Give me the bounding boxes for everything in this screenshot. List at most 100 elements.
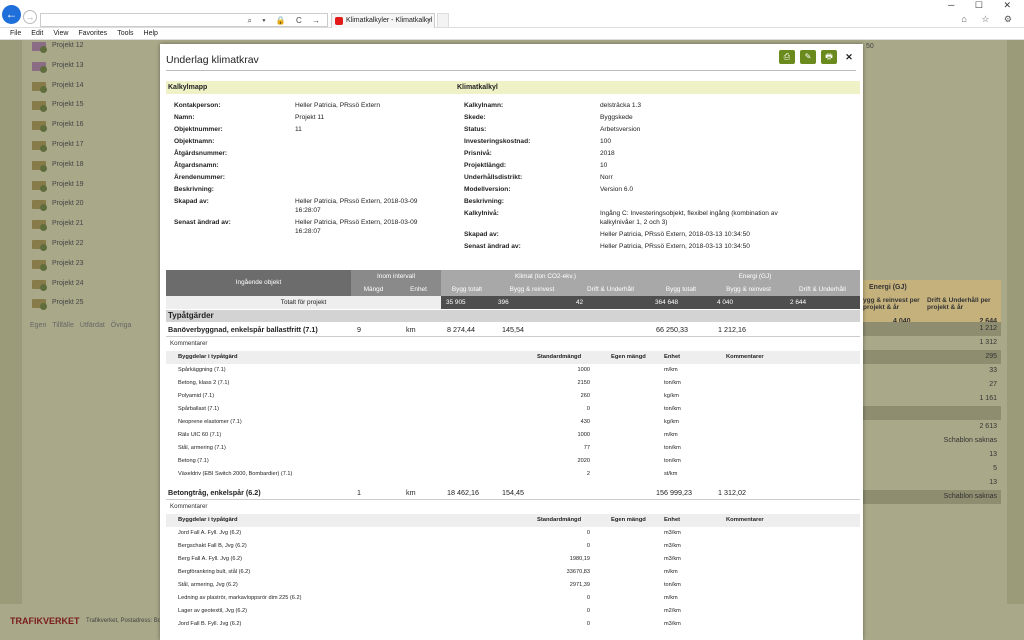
tab-close-icon[interactable]: × <box>427 14 431 28</box>
kalkylmapp-header: Kalkylmapp <box>168 84 208 91</box>
byggdel-row: Spårballast (7.1) 0 ton/km <box>166 403 860 416</box>
forward-arrow-icon[interactable]: → <box>23 10 37 24</box>
field-value: 11 <box>295 126 302 133</box>
col-standardmangd: Standardmängd <box>537 354 582 360</box>
inom-intervall-header: Inom intervall <box>351 270 441 283</box>
byggdel-row: Stål, armering, Jvg (6.2) 2971,39 ton/km <box>166 579 860 592</box>
field-key: Åtgärdsnummer: <box>174 150 228 157</box>
info-field: Skede: Byggskede <box>464 112 804 124</box>
browser-tab[interactable]: Klimatkalkyler - Klimatkalkyl × <box>331 13 435 28</box>
byggdel-standardmangd: 0 <box>586 595 590 601</box>
menu-edit[interactable]: Edit <box>31 30 43 37</box>
footer-text: Trafikverket, Postadress: Bo <box>86 618 162 624</box>
menu-favorites[interactable]: Favorites <box>78 30 107 37</box>
status-badge-icon <box>40 184 47 192</box>
kommentarer-label: Kommentarer <box>170 340 208 347</box>
background-project-item: Projekt 13 <box>30 60 150 80</box>
project-label: Projekt 21 <box>52 220 84 228</box>
drift-head-label: Drift & Underhåll per projekt & år <box>927 297 991 311</box>
new-tab-button[interactable] <box>437 13 449 28</box>
project-label: Projekt 17 <box>52 140 84 148</box>
object-klimat-bygg: 18 462,16 <box>447 488 479 497</box>
field-key: Status: <box>464 126 487 133</box>
field-key: Åtgardsnamn: <box>174 162 219 169</box>
byggdel-enhet: ton/km <box>664 582 681 588</box>
legend-tillfalle: Tillfälle <box>52 322 74 329</box>
object-name: Betongtråg, enkelspår (6.2) <box>168 488 261 497</box>
byggdel-enhet: ton/km <box>664 458 681 464</box>
info-field: Åtgärdsnummer: <box>174 148 514 160</box>
menu-view[interactable]: View <box>53 30 68 37</box>
info-field: Investeringskostnad: 100 <box>464 136 804 148</box>
close-button[interactable]: ✕ <box>841 50 857 64</box>
field-key: Beskrivning: <box>174 186 214 193</box>
klimat-bygg-totalt-header: Bygg totalt <box>441 283 493 296</box>
byggdel-standardmangd: 0 <box>586 621 590 627</box>
field-key: Objektnummer: <box>174 126 223 133</box>
status-badge-icon <box>40 303 47 311</box>
info-field: Modellversion: Version 6.0 <box>464 184 804 196</box>
export-pdf-button[interactable]: ⎙ <box>779 50 795 64</box>
info-field: Projektlängd: 10 <box>464 160 804 172</box>
address-bar[interactable]: ⌕ ▾ 🔒 C → <box>40 13 328 27</box>
background-project-item: Projekt 19 <box>30 179 150 199</box>
field-value: Heller Patricia, PRssö Extern, 2018-03-1… <box>600 231 750 238</box>
project-label: Projekt 20 <box>52 200 84 208</box>
byggdel-row: Betong, klass 2 (7.1) 2150 ton/km <box>166 377 860 390</box>
info-field: Beskrivning: <box>464 196 804 208</box>
total-klimat-drift: 42 <box>571 296 650 309</box>
field-value: 100 <box>600 138 612 145</box>
klimatkalkyl-header: Klimatkalkyl <box>457 84 498 91</box>
byggdel-name: Växeldriv (EBI Switch 2000, Bombardier) … <box>178 471 293 477</box>
object-energi-reinvest: 1 312,02 <box>718 488 746 497</box>
background-energy-row: 33 <box>989 367 997 374</box>
byggdel-enhet: ton/km <box>664 380 681 386</box>
field-value: Arbetsversion <box>600 126 641 133</box>
background-energy-column: Energi (GJ) ygg & reinvest per projekt &… <box>863 280 1001 504</box>
byggdel-name: Bergschakt Fall B, Jvg (6.2) <box>178 543 247 549</box>
object-mangd: 9 <box>357 325 361 334</box>
background-project-item: Projekt 24 <box>30 278 150 298</box>
menu-file[interactable]: File <box>10 30 21 37</box>
background-energy-row: 1 161 <box>979 395 997 402</box>
object-name: Banöverbyggnad, enkelspår ballastfritt (… <box>168 325 318 334</box>
byggdel-name: Neoprene elastomer (7.1) <box>178 419 242 425</box>
menu-help[interactable]: Help <box>144 30 158 37</box>
project-label: Projekt 16 <box>52 121 84 129</box>
byggdel-name: Stål, armering, Jvg (6.2) <box>178 582 238 588</box>
background-energy-row: 5 <box>993 465 997 472</box>
back-arrow-icon[interactable]: ← <box>2 5 21 24</box>
background-energy-row: 13 <box>989 479 997 486</box>
background-project-item: Projekt 21 <box>30 218 150 238</box>
mangd-header: Mängd <box>351 283 396 296</box>
kommentarer-label: Kommentarer <box>170 503 208 510</box>
byggdel-standardmangd: 430 <box>580 419 590 425</box>
col-enhet: Enhet <box>664 517 681 523</box>
total-energi-drift: 2 644 <box>785 296 860 309</box>
field-key: Investeringskostnad: <box>464 138 531 145</box>
address-bar-icons[interactable]: ⌕ ▾ 🔒 C → <box>248 16 324 26</box>
klimat-bygg-reinvest-header: Bygg & reinvest <box>493 283 571 296</box>
field-key: Prisnivå: <box>464 150 492 157</box>
info-field: Status: Arbetsversion <box>464 124 804 136</box>
background-energy-row: 295 <box>863 350 1001 364</box>
field-value: Projekt 11 <box>295 114 325 121</box>
edit-button[interactable]: ✎ <box>800 50 816 64</box>
field-key: Kontakperson: <box>174 102 221 109</box>
field-value: delsträcka 1.3 <box>600 102 642 109</box>
window-controls[interactable]: ─ ☐ ✕ <box>948 0 1020 11</box>
background-energy-row: 1 312 <box>979 339 997 346</box>
menu-tools[interactable]: Tools <box>117 30 133 37</box>
byggdel-standardmangd: 2 <box>586 471 590 477</box>
byggdel-row: Bergförankring bult, stål (6.2) 33670,83 m… <box>166 566 860 579</box>
klimatkrav-modal: Underlag klimatkrav ⎙ ✎ 🖶 ✕ Kalkylmapp K… <box>160 44 863 640</box>
home-favorites-settings-icons[interactable]: ⌂ ☆ ⚙ <box>961 14 1018 25</box>
legend-utfardat: Utfärdat <box>79 322 105 329</box>
field-key: Kalkylnamn: <box>464 102 504 109</box>
print-button[interactable]: 🖶 <box>821 50 837 64</box>
byggdel-standardmangd: 0 <box>586 543 590 549</box>
byggdel-name: Berg Fall A. Fyll. Jvg (6.2) <box>178 556 243 562</box>
field-key: Namn: <box>174 114 195 121</box>
enhet-header: Enhet <box>396 283 441 296</box>
project-label: Projekt 14 <box>52 81 84 89</box>
